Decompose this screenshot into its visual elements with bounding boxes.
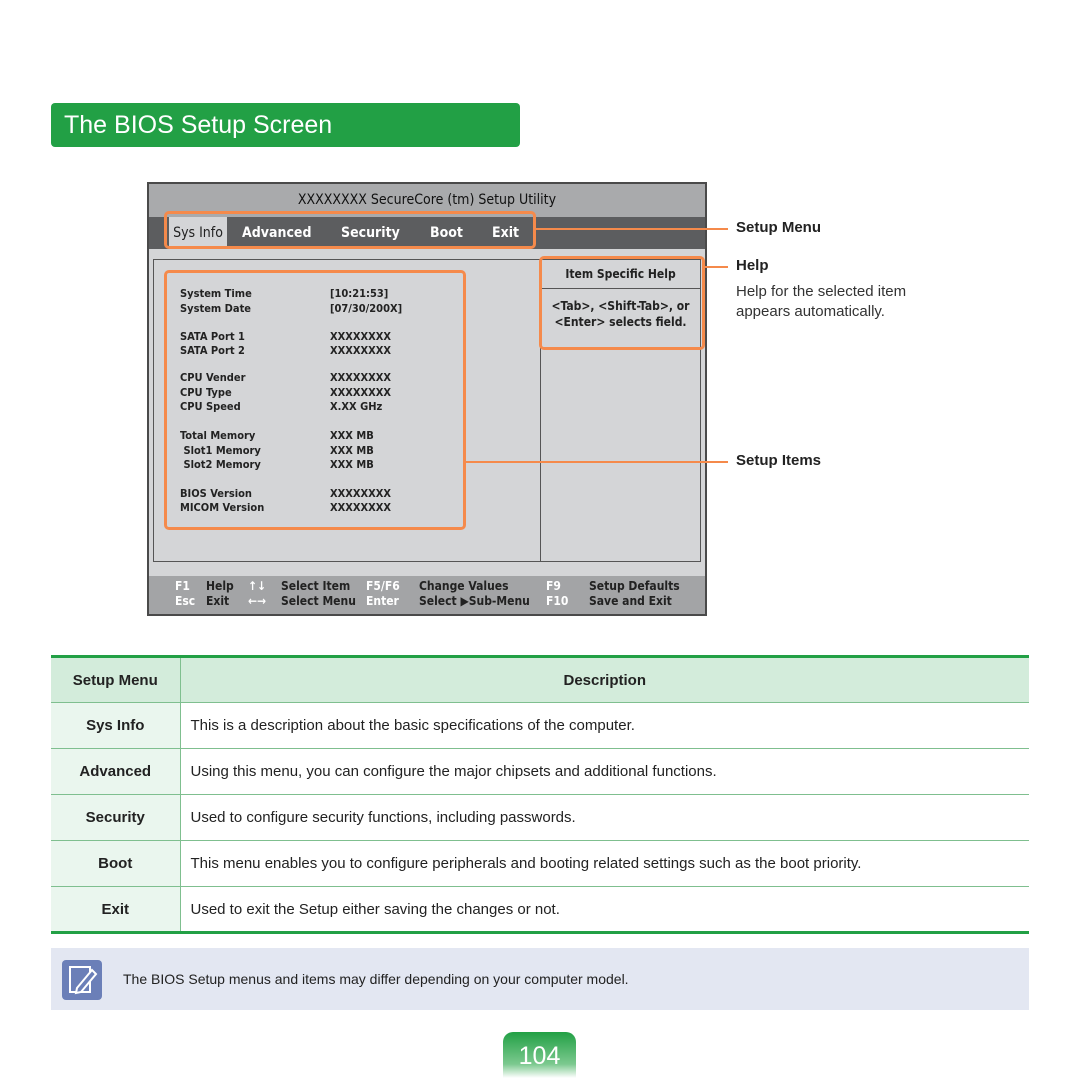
page-number: 104 [503,1032,576,1078]
table-row: Sys Info This is a description about the … [51,702,1029,749]
table-row: Security Used to configure security funct… [51,794,1029,841]
menu-description: Used to configure security functions, in… [180,794,1029,841]
setup-menu-table: Setup Menu Description Sys Info This is a … [51,655,1029,934]
footer-key: Enter [366,594,399,608]
footer-desc: Setup Defaults [589,579,680,593]
note-box: The BIOS Setup menus and items may diffe… [51,948,1029,1010]
callout-line [705,266,728,268]
menu-name: Boot [51,840,181,887]
footer-key: ↑↓ [248,579,267,593]
menu-name: Exit [51,886,181,933]
footer-key: Esc [175,594,196,608]
header-description: Description [180,656,1029,703]
page-title: The BIOS Setup Screen [51,103,520,147]
bios-footer: F1 Help ↑↓ Select Item F5/F6 Change Values F9 S… [149,576,705,614]
menu-description: This is a description about the basic sp… [180,702,1029,749]
table-row: Exit Used to exit the Setup either saving… [51,886,1029,933]
footer-desc: Help [206,579,234,593]
footer-desc: Select Item [281,579,351,593]
callout-line [536,228,728,230]
help-highlight [539,256,705,350]
setup-items-highlight [164,270,466,530]
footer-key: F9 [546,579,561,593]
footer-desc: Select ▶Sub-Menu [419,594,530,608]
table-row: Advanced Using this menu, you can configu… [51,748,1029,795]
callout-setup-menu: Setup Menu [736,219,821,236]
footer-key: F10 [546,594,569,608]
setup-menu-highlight [164,211,536,249]
footer-desc: Change Values [419,579,509,593]
pencil-note-icon [62,960,102,1000]
callout-line [466,461,728,463]
callout-setup-items: Setup Items [736,452,822,469]
table-row: Boot This menu enables you to configure p… [51,840,1029,887]
footer-desc: Save and Exit [589,594,672,608]
footer-key: ←→ [248,594,267,608]
menu-description: This menu enables you to configure perip… [180,840,1029,887]
footer-desc: Select Menu [281,594,356,608]
footer-desc: Exit [206,594,230,608]
header-setup-menu: Setup Menu [51,656,181,703]
footer-key: F5/F6 [366,579,400,593]
callout-help-desc: Help for the selected item [736,283,907,300]
menu-description: Used to exit the Setup either saving the… [180,886,1029,933]
menu-name: Sys Info [51,702,181,749]
menu-description: Using this menu, you can configure the m… [180,748,1029,795]
menu-name: Security [51,794,181,841]
footer-key: F1 [175,579,190,593]
callout-help: Help [736,257,769,274]
note-text: The BIOS Setup menus and items may diffe… [123,971,629,987]
menu-name: Advanced [51,748,181,795]
callout-help-desc: appears automatically. [736,303,885,320]
